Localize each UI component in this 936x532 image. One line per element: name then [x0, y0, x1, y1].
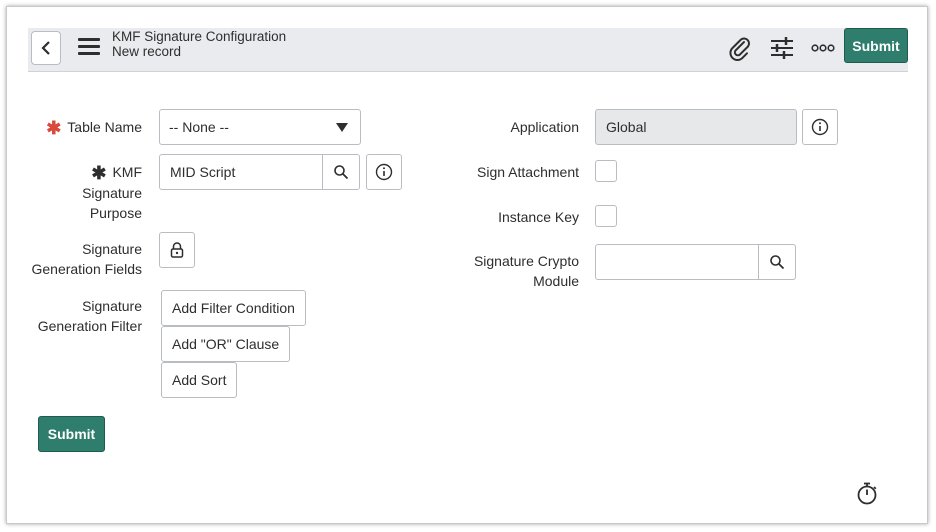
- lock-icon: [170, 242, 184, 258]
- table-name-label: ✱ Table Name: [46, 118, 142, 138]
- crypto-module-search-button[interactable]: [758, 245, 795, 279]
- application-field: Global: [595, 109, 797, 145]
- chevron-left-icon: [41, 41, 50, 55]
- submit-button-header[interactable]: Submit: [844, 28, 908, 63]
- sign-attachment-checkbox[interactable]: [595, 160, 617, 182]
- info-icon: [811, 118, 829, 136]
- required-icon: ✱: [46, 118, 62, 138]
- header-title-block: KMF Signature Configuration New record: [112, 29, 286, 59]
- application-label: Application: [510, 119, 580, 135]
- application-info-button[interactable]: [802, 109, 838, 145]
- more-options-icon[interactable]: [810, 34, 836, 62]
- page-title: KMF Signature Configuration: [112, 29, 287, 44]
- back-button[interactable]: [31, 31, 61, 65]
- add-or-clause-button[interactable]: Add "OR" Clause: [161, 326, 291, 362]
- mandatory-icon: ✱: [91, 163, 107, 183]
- instance-key-checkbox[interactable]: [595, 205, 617, 227]
- signature-generation-fields-label: Signature Generation Fields: [31, 241, 142, 277]
- signature-crypto-module-input[interactable]: [595, 244, 796, 280]
- purpose-info-button[interactable]: [366, 154, 402, 190]
- stopwatch-icon[interactable]: [855, 481, 879, 512]
- page-subtitle: New record: [112, 44, 182, 59]
- sliders-icon[interactable]: [768, 34, 796, 62]
- search-icon: [334, 165, 349, 180]
- table-name-select[interactable]: -- None --: [159, 109, 361, 145]
- instance-key-label: Instance Key: [498, 209, 579, 225]
- search-icon: [770, 255, 785, 270]
- sign-attachment-label: Sign Attachment: [477, 164, 579, 180]
- add-sort-button[interactable]: Add Sort: [161, 362, 238, 398]
- hamburger-icon[interactable]: [78, 38, 100, 56]
- signature-crypto-module-label: Signature Crypto Module: [473, 253, 579, 289]
- add-filter-condition-button[interactable]: Add Filter Condition: [161, 290, 306, 326]
- submit-button[interactable]: Submit: [38, 416, 105, 452]
- signature-generation-filter-label: Signature Generation Filter: [37, 298, 142, 334]
- kmf-signature-purpose-input[interactable]: MID Script: [159, 154, 360, 190]
- purpose-search-button[interactable]: [322, 155, 359, 189]
- paperclip-icon[interactable]: [726, 34, 754, 62]
- unlock-fields-button[interactable]: [159, 232, 195, 268]
- kmf-signature-purpose-label: ✱ KMF Signature Purpose: [82, 163, 142, 221]
- dropdown-caret-icon: [336, 123, 348, 132]
- info-icon: [375, 163, 393, 181]
- form-header: KMF Signature Configuration New record S…: [28, 28, 908, 72]
